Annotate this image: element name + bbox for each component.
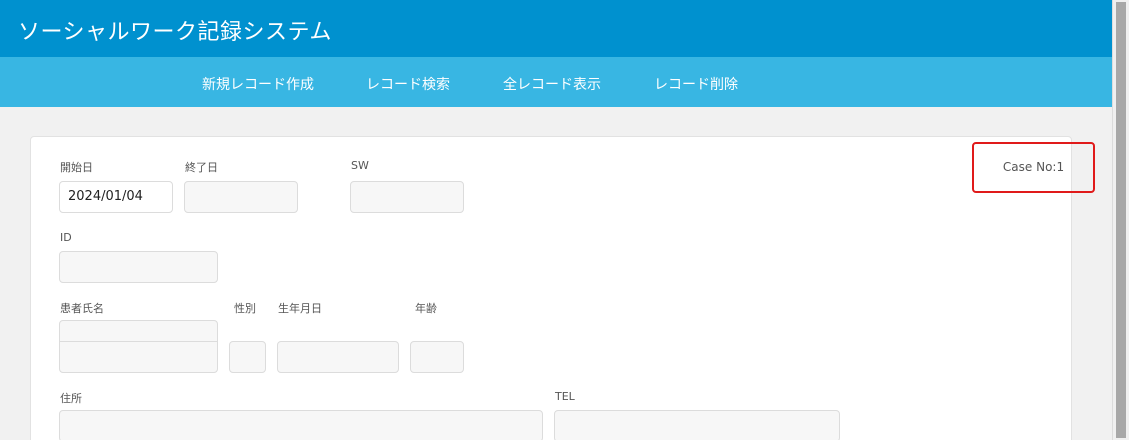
start-date-input[interactable]: 2024/01/04 <box>59 181 173 213</box>
nav-bar: 新規レコード作成 レコード検索 全レコード表示 レコード削除 <box>0 57 1112 107</box>
nav-new-record[interactable]: 新規レコード作成 <box>202 74 314 94</box>
record-form-card: 開始日 2024/01/04 終了日 SW ID 患者氏名 性別 生年月日 年齢… <box>30 136 1095 440</box>
title-bar: ソーシャルワーク記録システム <box>0 0 1112 57</box>
gender-input[interactable] <box>229 341 266 373</box>
nav-show-all-records[interactable]: 全レコード表示 <box>503 74 601 94</box>
patient-name-kana-input[interactable] <box>59 320 218 342</box>
id-input[interactable] <box>59 251 218 283</box>
case-number-badge: Case No:1 <box>972 142 1095 193</box>
birth-date-label: 生年月日 <box>278 302 322 315</box>
age-label: 年齢 <box>415 302 437 315</box>
end-date-input[interactable] <box>184 181 298 213</box>
patient-name-label: 患者氏名 <box>60 302 104 315</box>
start-date-label: 開始日 <box>60 161 93 174</box>
nav-search-record[interactable]: レコード検索 <box>366 74 450 94</box>
age-input[interactable] <box>410 341 464 373</box>
vertical-scrollbar[interactable] <box>1112 0 1129 440</box>
nav-delete-record[interactable]: レコード削除 <box>654 74 738 94</box>
sw-label: SW <box>351 159 369 172</box>
scrollbar-thumb[interactable] <box>1116 2 1126 438</box>
tel-label: TEL <box>555 390 575 403</box>
address-input[interactable] <box>59 410 543 440</box>
tel-input[interactable] <box>554 410 840 440</box>
patient-name-input[interactable] <box>59 341 218 373</box>
app-title: ソーシャルワーク記録システム <box>18 20 332 45</box>
gender-label: 性別 <box>234 302 256 315</box>
address-label: 住所 <box>60 392 82 405</box>
sw-input[interactable] <box>350 181 464 213</box>
birth-date-input[interactable] <box>277 341 399 373</box>
id-label: ID <box>60 231 72 244</box>
app-root: ソーシャルワーク記録システム 新規レコード作成 レコード検索 全レコード表示 レ… <box>0 0 1129 440</box>
end-date-label: 終了日 <box>185 161 218 174</box>
